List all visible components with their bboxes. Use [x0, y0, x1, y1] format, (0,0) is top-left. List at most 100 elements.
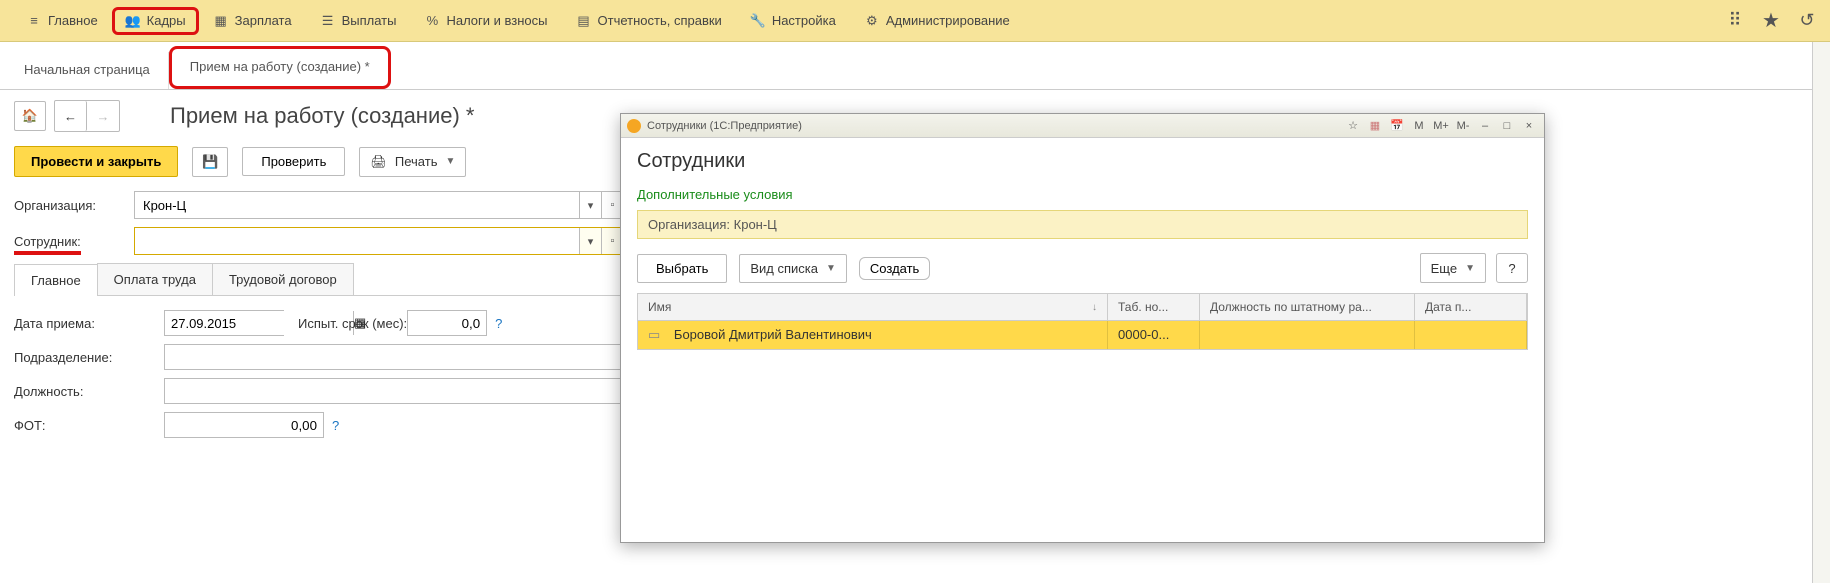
dialog-body: Сотрудники Дополнительные условия Органи… [621, 138, 1544, 362]
org-dropdown-button[interactable]: ▾ [579, 192, 601, 218]
probation-label: Испыт. срок (мес): [298, 316, 407, 331]
row-icon: ▭ [648, 327, 660, 342]
col-name[interactable]: Имя ↓ [638, 294, 1108, 320]
fot-help[interactable]: ? [332, 418, 339, 433]
pos-input[interactable] [164, 378, 624, 404]
row-fot: ФОТ: ? [14, 412, 624, 438]
people-icon: 👥 [125, 13, 141, 29]
history-icon[interactable]: ↺ [1796, 10, 1818, 32]
emp-dropdown-button[interactable]: ▾ [579, 228, 601, 254]
table-header: Имя ↓ Таб. но... Должность по штатному р… [638, 294, 1527, 321]
menu-admin[interactable]: ⚙ Администрирование [850, 7, 1024, 35]
fot-input[interactable] [164, 412, 324, 438]
create-button[interactable]: Создать [859, 257, 930, 280]
menu-vyplaty-label: Выплаты [342, 13, 397, 28]
main-form: Организация: ▾ ▫ Сотрудник: ▾ ▫ Главное … [14, 191, 624, 438]
dept-label: Подразделение: [14, 350, 164, 365]
row-department: Подразделение: [14, 344, 624, 370]
sort-down-icon: ↓ [1092, 302, 1097, 313]
row-employee: Сотрудник: ▾ ▫ [14, 227, 624, 255]
fot-label: ФОТ: [14, 418, 164, 433]
dialog-org-filter: Организация: Крон-Ц [637, 210, 1528, 239]
tb-close-button[interactable]: × [1520, 118, 1538, 134]
menu-nastroika[interactable]: 🔧 Настройка [736, 7, 850, 35]
dialog-org-value: Крон-Ц [734, 217, 777, 232]
dialog-titlebar[interactable]: Сотрудники (1С:Предприятие) ☆ ▦ 📅 M M+ M… [621, 114, 1544, 138]
dialog-actions: Выбрать Вид списка ▼ Создать Еще ▼ ? [637, 253, 1528, 283]
apps-icon[interactable]: ⠿ [1724, 10, 1746, 32]
tab-hiring[interactable]: Прием на работу (создание) * [169, 46, 391, 89]
menu-otchet[interactable]: ▤ Отчетность, справки [562, 7, 736, 35]
check-button[interactable]: Проверить [242, 147, 345, 176]
tb-m-button[interactable]: M [1410, 118, 1428, 134]
list-view-button[interactable]: Вид списка ▼ [739, 254, 847, 283]
home-button[interactable]: 🏠 [14, 101, 46, 131]
hire-date-field: ▦ [164, 310, 284, 336]
col-position[interactable]: Должность по штатному ра... [1200, 294, 1415, 320]
col-tabnum[interactable]: Таб. но... [1108, 294, 1200, 320]
tb-calc-icon[interactable]: ▦ [1366, 118, 1384, 134]
col-name-label: Имя [648, 300, 671, 314]
probation-input[interactable] [407, 310, 487, 336]
more-button[interactable]: Еще ▼ [1420, 253, 1486, 283]
menu-zarplata-label: Зарплата [235, 13, 292, 28]
star-icon[interactable]: ★ [1760, 10, 1782, 32]
chevron-down-icon: ▼ [826, 263, 836, 274]
post-and-close-button[interactable]: Провести и закрыть [14, 146, 178, 177]
open-tabs-bar: Начальная страница Прием на работу (созд… [0, 42, 1830, 90]
print-button[interactable]: 🖨 Печать ▼ [359, 147, 466, 177]
forward-button[interactable]: → [87, 101, 119, 131]
tab-home[interactable]: Начальная страница [6, 52, 169, 89]
tab-payment[interactable]: Оплата труда [97, 263, 213, 295]
emp-label-text: Сотрудник: [14, 234, 81, 255]
cell-position [1200, 321, 1415, 349]
menu-zarplata[interactable]: ▦ Зарплата [199, 7, 306, 35]
menu-otchet-label: Отчетность, справки [598, 13, 722, 28]
tab-contract[interactable]: Трудовой договор [212, 263, 354, 295]
dept-input[interactable] [164, 344, 624, 370]
list-view-label: Вид списка [750, 261, 818, 276]
menu-main-label: Главное [48, 13, 98, 28]
probation-help[interactable]: ? [495, 316, 502, 331]
tb-mminus-button[interactable]: M- [1454, 118, 1472, 134]
cell-name: ▭ Боровой Дмитрий Валентинович [638, 321, 1108, 349]
top-menu-right: ⠿ ★ ↺ [1724, 10, 1818, 32]
row-hire-date: Дата приема: ▦ Испыт. срок (мес): ? [14, 310, 624, 336]
row-organization: Организация: ▾ ▫ [14, 191, 624, 219]
tb-star-icon[interactable]: ☆ [1344, 118, 1362, 134]
cell-name-text: Боровой Дмитрий Валентинович [674, 327, 872, 342]
employees-table: Имя ↓ Таб. но... Должность по штатному р… [637, 293, 1528, 350]
menu-nalogi[interactable]: % Налоги и взносы [410, 7, 561, 35]
tab-main[interactable]: Главное [14, 264, 98, 296]
table-row[interactable]: ▭ Боровой Дмитрий Валентинович 0000-0... [638, 321, 1527, 349]
tb-cal-icon[interactable]: 📅 [1388, 118, 1406, 134]
back-button[interactable]: ← [55, 101, 87, 131]
org-label: Организация: [14, 198, 134, 213]
inner-tabs: Главное Оплата труда Трудовой договор [14, 263, 624, 296]
dialog-title: Сотрудники [637, 150, 1528, 173]
inner-form: Дата приема: ▦ Испыт. срок (мес): ? Подр… [14, 296, 624, 438]
menu-kadry[interactable]: 👥 Кадры [112, 7, 199, 35]
percent-icon: % [424, 13, 440, 29]
payments-icon: ☰ [320, 13, 336, 29]
gear-icon: ⚙ [864, 13, 880, 29]
menu-kadry-label: Кадры [147, 13, 186, 28]
emp-input[interactable] [135, 228, 579, 254]
printer-icon: 🖨 [370, 154, 387, 170]
help-button[interactable]: ? [1496, 253, 1528, 283]
tb-maximize-button[interactable]: □ [1498, 118, 1516, 134]
menu-vyplaty[interactable]: ☰ Выплаты [306, 7, 411, 35]
save-icon: 💾 [202, 154, 218, 170]
save-button[interactable]: 💾 [192, 147, 228, 177]
report-icon: ▤ [576, 13, 592, 29]
menu-nastroika-label: Настройка [772, 13, 836, 28]
col-date[interactable]: Дата п... [1415, 294, 1527, 320]
select-button[interactable]: Выбрать [637, 254, 727, 283]
tb-minimize-button[interactable]: – [1476, 118, 1494, 134]
hamburger-icon: ≡ [26, 13, 42, 29]
menu-hamburger[interactable]: ≡ Главное [12, 7, 112, 35]
extra-conditions-link[interactable]: Дополнительные условия [637, 187, 1528, 202]
org-input[interactable] [135, 192, 579, 218]
tb-mplus-button[interactable]: M+ [1432, 118, 1450, 134]
table-icon: ▦ [213, 13, 229, 29]
